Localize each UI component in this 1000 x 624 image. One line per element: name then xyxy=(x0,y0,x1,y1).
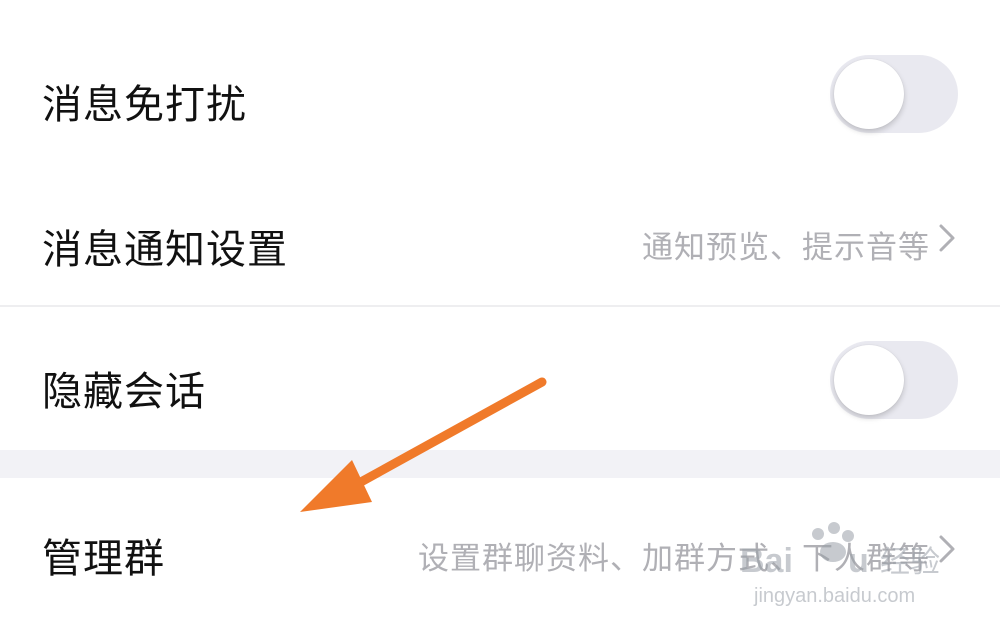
toggle-knob xyxy=(834,59,904,129)
setting-label-do-not-disturb: 消息免打扰 xyxy=(42,82,247,128)
toggle-knob xyxy=(834,345,904,415)
setting-label-manage-group: 管理群 xyxy=(42,536,165,582)
svg-text:经验: 经验 xyxy=(880,545,940,580)
setting-detail-notification: 通知预览、提示音等 xyxy=(642,230,930,266)
hide-chat-toggle[interactable] xyxy=(830,341,958,419)
section-gap xyxy=(0,450,1000,478)
svg-text:u: u xyxy=(848,542,869,580)
setting-row-notification[interactable]: 消息通知设置 通知预览、提示音等 xyxy=(0,165,1000,305)
setting-row-do-not-disturb[interactable]: 消息免打扰 xyxy=(0,0,1000,165)
svg-text:jingyan.baidu.com: jingyan.baidu.com xyxy=(753,585,915,607)
svg-text:Bai: Bai xyxy=(740,542,793,580)
chevron-right-icon xyxy=(939,224,955,252)
setting-label-hide-chat: 隐藏会话 xyxy=(42,369,206,415)
chat-settings-screen: 消息免打扰 消息通知设置 通知预览、提示音等 隐藏会话 管理群 设置群聊资料、加… xyxy=(0,0,1000,624)
setting-label-notification: 消息通知设置 xyxy=(42,227,288,273)
baidu-jingyan-watermark: Bai u 经验 jingyan.baidu.com xyxy=(740,522,940,607)
do-not-disturb-toggle[interactable] xyxy=(830,55,958,133)
setting-row-hide-chat[interactable]: 隐藏会话 xyxy=(0,307,1000,450)
